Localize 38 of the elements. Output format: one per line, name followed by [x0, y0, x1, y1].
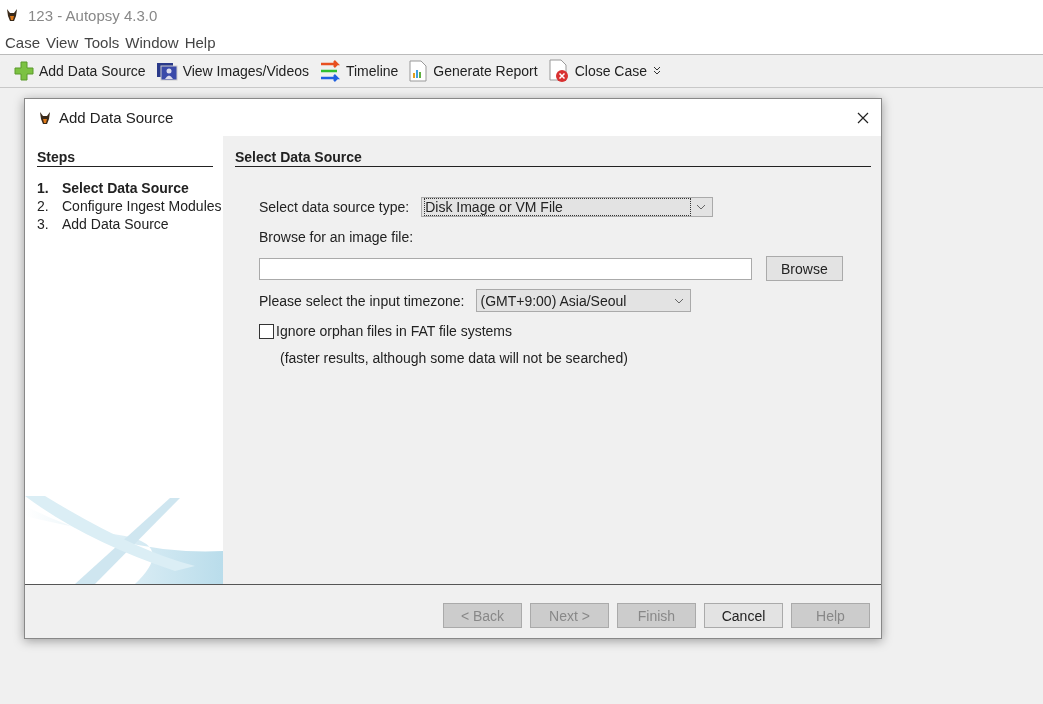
- wizard-button[interactable]: Cancel: [704, 603, 783, 628]
- photo-stack-icon: [155, 60, 178, 82]
- plus-icon: [14, 61, 34, 81]
- chevron-down-icon: [696, 204, 707, 210]
- hint-text: (faster results, although some data will not be searched): [279, 350, 629, 366]
- report-chart-icon: [408, 60, 429, 82]
- dog-logo-icon: [4, 7, 20, 23]
- field-label: Please select the input timezone:: [259, 292, 465, 309]
- toolbar-button[interactable]: Generate Report: [404, 60, 542, 82]
- menu-item[interactable]: Case: [5, 33, 41, 51]
- orphan-checkbox[interactable]: [259, 323, 274, 339]
- dialog-title: Add Data Source: [59, 109, 175, 126]
- close-icon[interactable]: [857, 111, 869, 124]
- menu-item[interactable]: Help: [184, 33, 216, 51]
- timeline-arrows-icon: [318, 60, 341, 82]
- field-label: Browse for an image file:: [259, 229, 414, 245]
- browse-button[interactable]: Browse: [766, 256, 843, 281]
- menu-item[interactable]: Window: [125, 33, 179, 51]
- toolbar-button[interactable]: View Images/Videos: [151, 60, 313, 82]
- step-item: 2. Configure Ingest Modules: [37, 197, 223, 215]
- toolbar-button[interactable]: Close Case: [543, 59, 652, 83]
- panel-heading: Select Data Source: [235, 149, 871, 167]
- menu-item[interactable]: Tools: [84, 33, 120, 51]
- toolbar-button[interactable]: Add Data Source: [10, 61, 150, 81]
- overflow-chevron-icon[interactable]: [653, 66, 662, 76]
- timezone-dropdown[interactable]: (GMT+9:00) Asia/Seoul: [476, 289, 692, 312]
- window-title: 123 - Autopsy 4.3.0: [28, 6, 158, 24]
- chevron-down-icon: [674, 297, 685, 304]
- checkbox-label[interactable]: Ignore orphan files in FAT file systems: [276, 323, 513, 339]
- step-item: 1. Select Data Source: [37, 179, 190, 197]
- image-path-field[interactable]: [259, 257, 752, 280]
- step-item: 3. Add Data Source: [37, 215, 170, 233]
- source-type-dropdown[interactable]: Disk Image or VM File: [421, 197, 714, 217]
- document-close-icon: [547, 59, 570, 83]
- steps-heading: Steps: [37, 149, 213, 167]
- field-label: Select data source type:: [259, 199, 410, 215]
- toolbar-button[interactable]: Timeline: [314, 60, 403, 82]
- menu-item[interactable]: View: [46, 33, 79, 51]
